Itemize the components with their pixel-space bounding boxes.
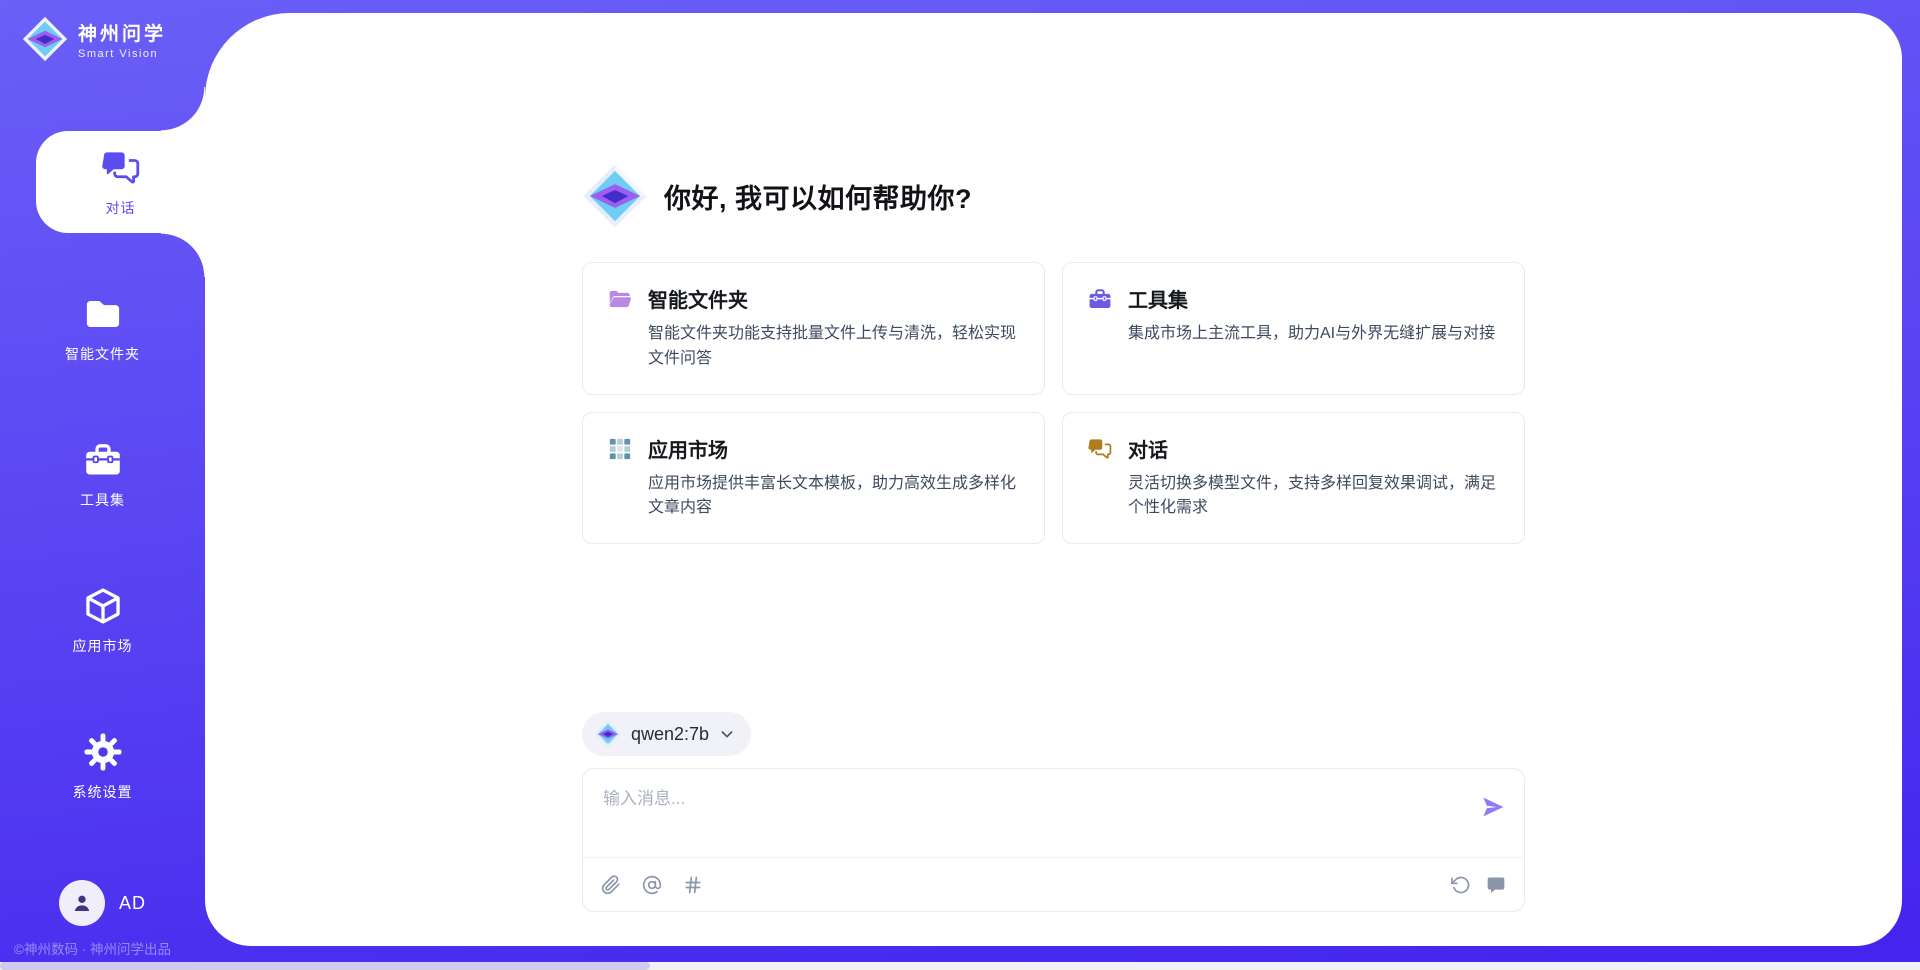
sidebar-item-settings[interactable]: 系统设置 xyxy=(0,715,205,817)
history-icon[interactable] xyxy=(1451,875,1471,895)
greeting-block: 你好, 我可以如何帮助你? xyxy=(582,163,1525,229)
sidebar-item-label: 对话 xyxy=(106,198,136,218)
chat-history-icon[interactable] xyxy=(1486,875,1506,895)
greeting-title: 你好, 我可以如何帮助你? xyxy=(664,177,972,216)
brand-block: 神州问学 Smart Vision xyxy=(22,16,205,62)
brand-diamond-icon xyxy=(22,16,68,62)
card-title: 工具集 xyxy=(1128,284,1495,313)
user-account[interactable]: AD xyxy=(0,880,205,926)
card-description: 智能文件夹功能支持批量文件上传与清洗，轻松实现文件问答 xyxy=(648,322,1020,372)
composer-toolbar-right xyxy=(1451,875,1506,895)
avatar xyxy=(59,880,105,926)
message-input-zone xyxy=(583,769,1524,857)
card-chat[interactable]: 对话 灵活切换多模型文件，支持多样回复效果调试，满足个性化需求 xyxy=(1062,412,1525,545)
card-title: 智能文件夹 xyxy=(648,284,1020,313)
brand-diamond-icon xyxy=(582,163,648,229)
hashtag-icon[interactable] xyxy=(683,875,703,895)
gear-icon xyxy=(82,731,124,773)
chevron-down-icon xyxy=(719,726,735,742)
sidebar-item-chat[interactable]: 对话 xyxy=(36,131,205,233)
sidebar-item-label: 应用市场 xyxy=(73,636,133,656)
horizontal-scrollbar[interactable] xyxy=(0,962,1920,970)
feature-cards-grid: 智能文件夹 智能文件夹功能支持批量文件上传与清洗，轻松实现文件问答 工具集 集成… xyxy=(582,262,1525,544)
chat-bubbles-icon xyxy=(1087,436,1113,462)
grid-icon xyxy=(607,436,633,462)
sidebar-item-app-market[interactable]: 应用市场 xyxy=(0,569,205,671)
card-description: 应用市场提供丰富长文本模板，助力高效生成多样化文章内容 xyxy=(648,472,1020,522)
briefcase-icon xyxy=(82,439,124,481)
sidebar: 神州问学 Smart Vision 对话 智能文件夹 xyxy=(0,0,205,970)
card-title: 对话 xyxy=(1128,434,1500,463)
brand-subtitle: Smart Vision xyxy=(78,48,166,60)
scrollbar-thumb[interactable] xyxy=(0,962,650,970)
message-input[interactable] xyxy=(603,784,1460,842)
cube-icon xyxy=(82,585,124,627)
sidebar-item-label: 工具集 xyxy=(80,490,125,510)
message-input-card xyxy=(582,768,1525,912)
copyright-footer: ©神州数码 · 神州问学出品 xyxy=(14,938,171,958)
model-name: qwen2:7b xyxy=(631,724,709,745)
attachment-icon[interactable] xyxy=(601,875,621,895)
card-description: 集成市场上主流工具，助力AI与外界无缝扩展与对接 xyxy=(1128,322,1495,347)
composer-toolbar xyxy=(583,858,1524,911)
mention-icon[interactable] xyxy=(642,875,662,895)
card-smart-folder[interactable]: 智能文件夹 智能文件夹功能支持批量文件上传与清洗，轻松实现文件问答 xyxy=(582,262,1045,395)
folder-icon xyxy=(82,293,124,335)
chat-bubbles-icon xyxy=(100,147,142,189)
brand-diamond-icon xyxy=(595,721,621,747)
card-title: 应用市场 xyxy=(648,434,1020,463)
composer-area: qwen2:7b xyxy=(582,712,1525,912)
sidebar-item-label: 智能文件夹 xyxy=(65,344,140,364)
sidebar-nav: 对话 智能文件夹 工具集 应用市场 xyxy=(0,131,205,861)
card-app-market[interactable]: 应用市场 应用市场提供丰富长文本模板，助力高效生成多样化文章内容 xyxy=(582,412,1045,545)
sidebar-item-toolset[interactable]: 工具集 xyxy=(0,423,205,525)
card-description: 灵活切换多模型文件，支持多样回复效果调试，满足个性化需求 xyxy=(1128,472,1500,522)
send-button[interactable] xyxy=(1480,793,1508,821)
folder-open-icon xyxy=(607,286,633,312)
card-toolset[interactable]: 工具集 集成市场上主流工具，助力AI与外界无缝扩展与对接 xyxy=(1062,262,1525,395)
sidebar-item-smart-folder[interactable]: 智能文件夹 xyxy=(0,277,205,379)
model-selector[interactable]: qwen2:7b xyxy=(582,712,751,756)
main-content-panel: 你好, 我可以如何帮助你? 智能文件夹 智能文件夹功能支持批量文件上传与清洗，轻… xyxy=(205,13,1902,946)
person-icon xyxy=(69,890,95,916)
briefcase-icon xyxy=(1087,286,1113,312)
send-icon xyxy=(1480,794,1506,820)
user-initials: AD xyxy=(119,893,146,914)
brand-title: 神州问学 xyxy=(78,19,166,46)
sidebar-item-label: 系统设置 xyxy=(73,782,133,802)
